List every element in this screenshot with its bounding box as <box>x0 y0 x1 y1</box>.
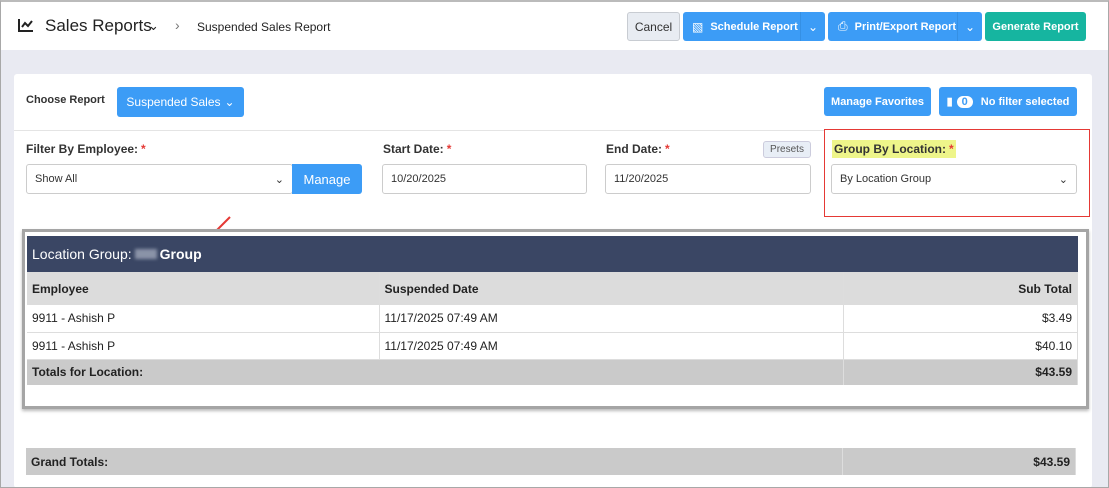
filter-count-badge: 0 <box>956 95 973 108</box>
printer-icon: ⎙ <box>838 19 848 33</box>
filter-status-button[interactable]: ▮ 0 No filter selected <box>939 87 1077 116</box>
location-group-section: Location Group: Group Employee Suspended… <box>22 229 1089 409</box>
end-date-label: End Date: * <box>606 142 670 156</box>
chevron-down-icon[interactable]: ⌄ <box>148 18 159 34</box>
start-date-label: Start Date: * <box>383 142 452 156</box>
breadcrumb-separator-icon: › <box>175 17 180 33</box>
chart-line-icon <box>18 19 33 32</box>
filter-icon: ▮ <box>946 96 953 108</box>
group-by-location-select[interactable]: By Location Group ⌄ <box>831 164 1077 194</box>
group-by-location-label: Group By Location: * <box>832 140 956 158</box>
start-date-input[interactable]: 10/20/2025 <box>382 164 587 194</box>
chevron-down-icon: ⌄ <box>274 174 284 186</box>
breadcrumb-current: Suspended Sales Report <box>197 20 331 34</box>
chevron-down-icon[interactable]: ⌄ <box>800 12 825 41</box>
app-title[interactable]: Sales Reports <box>45 16 152 36</box>
report-table: Employee Suspended Date Sub Total 9911 -… <box>27 272 1078 385</box>
chevron-down-icon: ⌄ <box>1058 174 1068 186</box>
location-group-header: Location Group: Group <box>27 236 1078 272</box>
presets-button[interactable]: Presets <box>763 141 811 158</box>
manage-favorites-button[interactable]: Manage Favorites <box>824 87 931 116</box>
table-row: 9911 - Ashish P 11/17/2025 07:49 AM $40.… <box>27 332 1078 360</box>
calendar-icon: ▧ <box>692 19 704 34</box>
manage-button[interactable]: Manage <box>292 164 362 194</box>
top-header: Sales Reports ⌄ › Suspended Sales Report… <box>0 0 1109 50</box>
redacted-text <box>134 249 157 259</box>
report-select-button[interactable]: Suspended Sales ⌄ <box>117 87 244 117</box>
grand-totals-table: Grand Totals: $43.59 <box>26 448 1076 475</box>
generate-report-button[interactable]: Generate Report <box>985 12 1086 41</box>
employee-select[interactable]: Show All ⌄ <box>26 164 293 194</box>
choose-report-label: Choose Report <box>26 94 105 106</box>
schedule-report-button[interactable]: ▧ Schedule Report ⌄ <box>683 12 825 41</box>
table-row: 9911 - Ashish P 11/17/2025 07:49 AM $3.4… <box>27 305 1078 333</box>
employee-filter-label: Filter By Employee: * <box>26 142 146 156</box>
location-totals-row: Totals for Location: $43.59 <box>27 359 1078 385</box>
cancel-button[interactable]: Cancel <box>627 12 680 41</box>
grand-totals-row: Grand Totals: $43.59 <box>26 448 1076 475</box>
chevron-down-icon[interactable]: ⌄ <box>957 12 982 41</box>
chevron-down-icon: ⌄ <box>224 95 235 109</box>
print-export-button[interactable]: ⎙ Print/Export Report ⌄ <box>828 12 982 41</box>
end-date-input[interactable]: 11/20/2025 <box>605 164 811 194</box>
table-header-row: Employee Suspended Date Sub Total <box>27 272 1078 305</box>
